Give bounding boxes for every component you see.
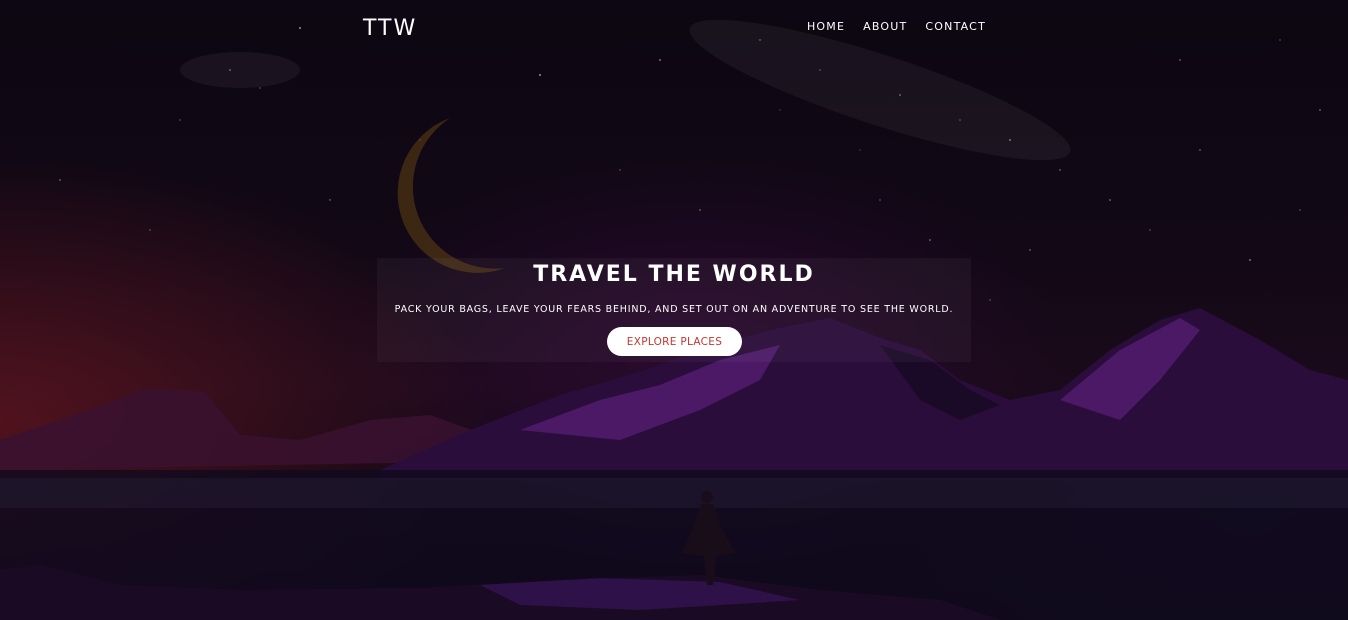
nav-link-contact[interactable]: CONTACT <box>925 20 986 34</box>
hero-section: TTW HOME ABOUT CONTACT TRAVEL THE WORLD … <box>0 0 1348 620</box>
hero-subtitle: PACK YOUR BAGS, LEAVE YOUR FEARS BEHIND,… <box>394 304 954 315</box>
hero-content-box: TRAVEL THE WORLD PACK YOUR BAGS, LEAVE Y… <box>377 258 971 362</box>
hero-title: TRAVEL THE WORLD <box>533 262 815 287</box>
explore-places-button[interactable]: EXPLORE PLACES <box>607 327 742 356</box>
nav-links: HOME ABOUT CONTACT <box>807 20 986 34</box>
nav-link-about[interactable]: ABOUT <box>863 20 907 34</box>
nav-link-home[interactable]: HOME <box>807 20 845 34</box>
moon <box>397 118 505 273</box>
logo[interactable]: TTW <box>363 15 417 43</box>
navbar: TTW HOME ABOUT CONTACT <box>0 0 1348 56</box>
